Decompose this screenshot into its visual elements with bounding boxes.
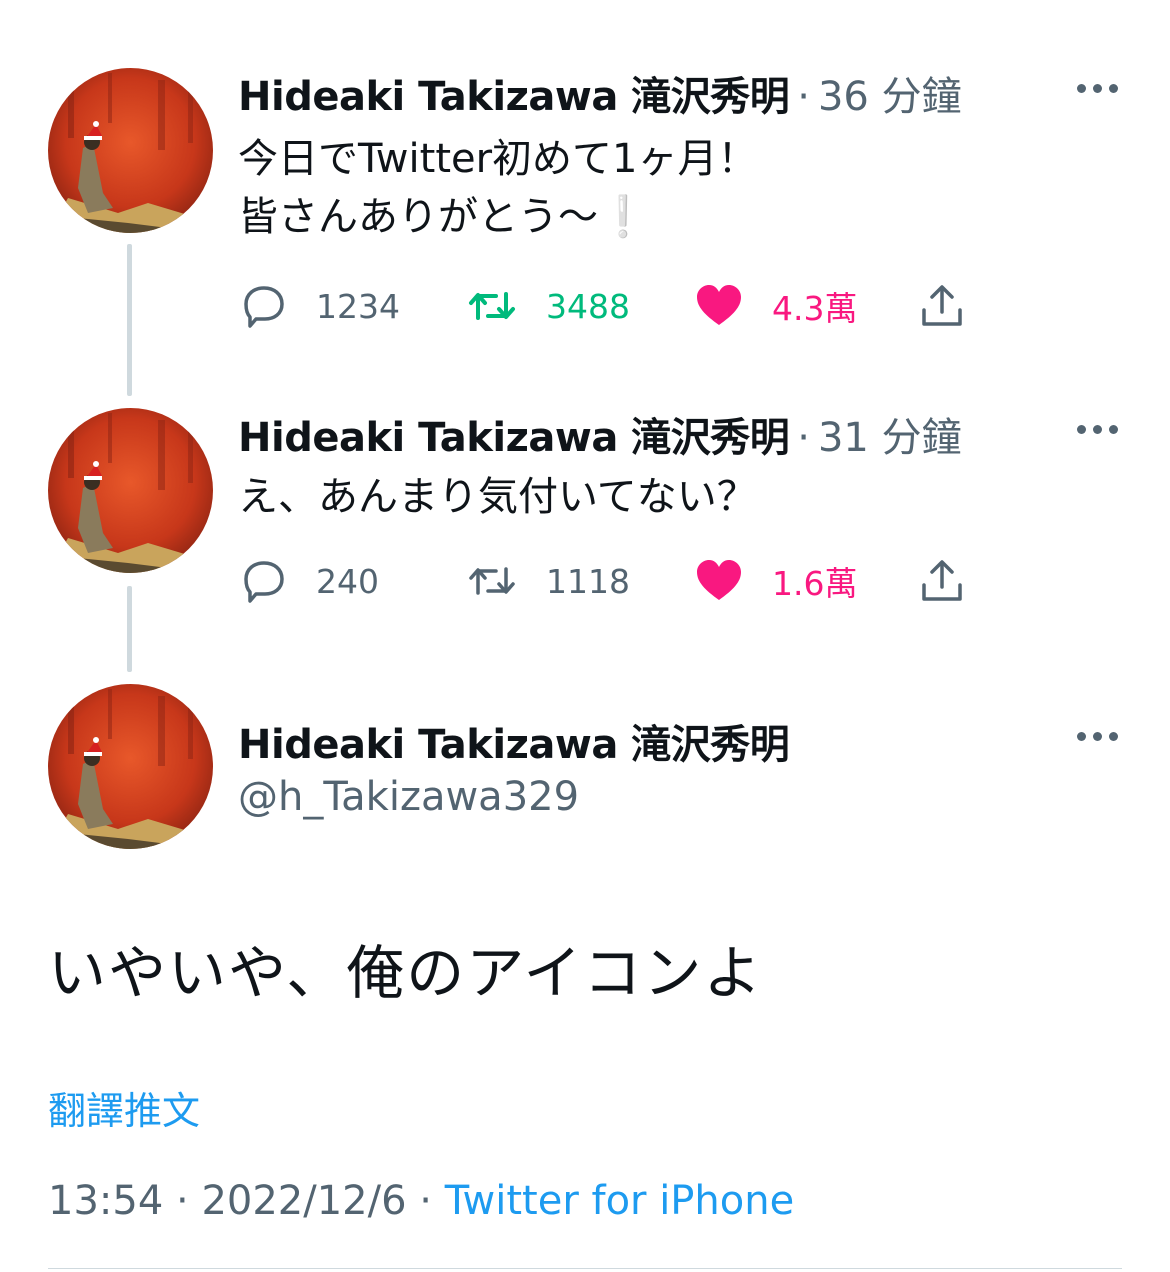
- avatar[interactable]: [48, 684, 213, 849]
- like-count: 1.6萬: [772, 564, 858, 603]
- reply-button[interactable]: 240: [238, 553, 379, 609]
- share-icon: [918, 282, 966, 330]
- separator: ·: [797, 74, 810, 120]
- tweet-time[interactable]: 36 分鐘: [818, 64, 962, 122]
- retweet-button[interactable]: 1118: [466, 553, 630, 609]
- tweet-actions: 240 1118 1.6萬: [238, 553, 978, 609]
- retweet-count: 1118: [546, 561, 630, 601]
- avatar[interactable]: [48, 68, 213, 233]
- tweet-header: Hideaki Takizawa 滝沢秀明 · 31 分鐘: [238, 405, 962, 461]
- display-name[interactable]: Hideaki Takizawa 滝沢秀明: [238, 64, 790, 122]
- divider: [48, 1268, 1122, 1269]
- reply-button[interactable]: 1234: [238, 278, 400, 334]
- tweet-header: Hideaki Takizawa 滝沢秀明: [238, 712, 790, 768]
- tweet-date[interactable]: 2022/12/6: [201, 1178, 406, 1224]
- share-button[interactable]: [918, 278, 966, 334]
- thread-line: [127, 244, 132, 396]
- separator: ·: [419, 1178, 432, 1224]
- tweet-timestamp[interactable]: 13:54: [48, 1178, 163, 1224]
- tweet-header: Hideaki Takizawa 滝沢秀明 · 36 分鐘: [238, 64, 962, 120]
- tweet-text: 今日でTwitter初めて1ヶ月！ 皆さんありがとう〜❕: [238, 130, 758, 246]
- user-handle[interactable]: @h_Takizawa329: [238, 774, 579, 820]
- tweet-meta: 13:54 · 2022/12/6 · Twitter for iPhone: [48, 1178, 794, 1224]
- like-count: 4.3萬: [772, 289, 858, 328]
- thread-line: [127, 586, 132, 672]
- tweet-text-line: 今日でTwitter初めて1ヶ月！: [238, 136, 758, 182]
- more-icon[interactable]: [1077, 425, 1118, 434]
- reply-icon: [238, 282, 288, 330]
- retweet-icon: [466, 557, 518, 605]
- tweet-text-line: え、あんまり気付いてない？: [238, 474, 757, 520]
- main-tweet-text: いやいや、俺のアイコンよ: [48, 939, 764, 1007]
- tweet-time[interactable]: 31 分鐘: [818, 405, 962, 463]
- tweet-text-line: 皆さんありがとう〜❕: [238, 194, 648, 240]
- reply-count: 240: [316, 561, 379, 601]
- heart-icon: [694, 557, 744, 605]
- tweet-text: え、あんまり気付いてない？: [238, 468, 757, 526]
- separator: ·: [176, 1178, 189, 1224]
- separator: ·: [797, 415, 810, 461]
- retweet-button[interactable]: 3488: [466, 278, 630, 334]
- reply-icon: [238, 557, 288, 605]
- like-button[interactable]: 4.3萬: [694, 278, 857, 334]
- share-icon: [918, 557, 966, 605]
- more-icon[interactable]: [1077, 84, 1118, 93]
- display-name[interactable]: Hideaki Takizawa 滝沢秀明: [238, 405, 790, 463]
- like-button[interactable]: 1.6萬: [694, 553, 857, 609]
- reply-count: 1234: [316, 286, 400, 326]
- share-button[interactable]: [918, 553, 966, 609]
- translate-link[interactable]: 翻譯推文: [48, 1080, 200, 1135]
- avatar[interactable]: [48, 408, 213, 573]
- display-name[interactable]: Hideaki Takizawa 滝沢秀明: [238, 712, 790, 770]
- retweet-icon: [466, 282, 518, 330]
- heart-icon: [694, 282, 744, 330]
- tweet-source-link[interactable]: Twitter for iPhone: [445, 1178, 795, 1224]
- tweet-actions: 1234 3488 4.3萬: [238, 278, 978, 334]
- retweet-count: 3488: [546, 286, 630, 326]
- more-icon[interactable]: [1077, 732, 1118, 741]
